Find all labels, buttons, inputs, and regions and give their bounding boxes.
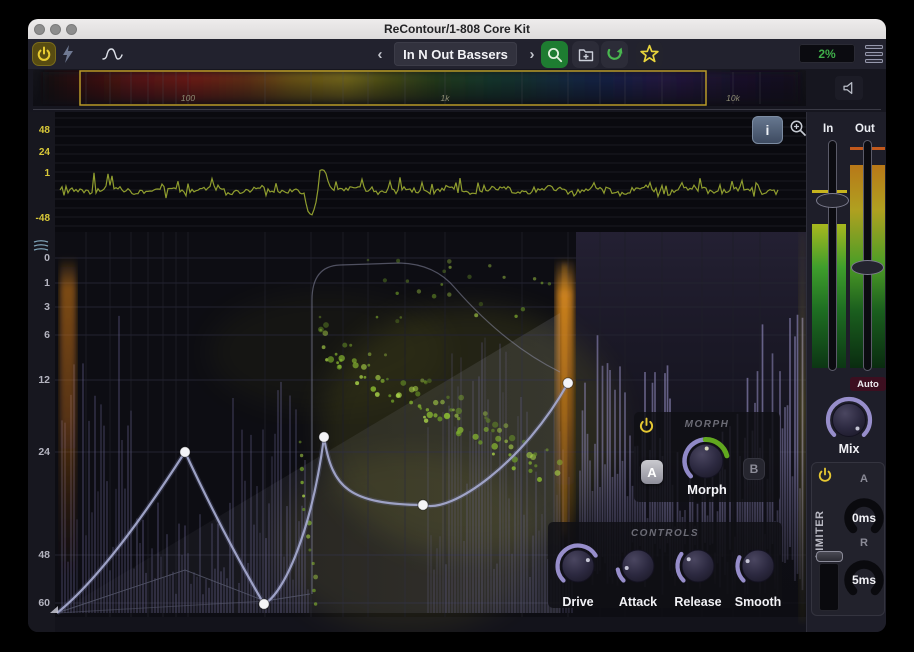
limiter-panel: LIMITER A 0ms R 5ms — [811, 462, 885, 616]
control-knob-label: Drive — [549, 595, 607, 609]
orange-column-left — [60, 257, 76, 577]
control-knob-label: Attack — [609, 595, 667, 609]
morph-b-button[interactable]: B — [743, 458, 765, 480]
control-knob-group: Attack — [609, 540, 667, 609]
control-knob-smooth[interactable] — [729, 540, 787, 592]
strip-frequency-label: 1k — [441, 93, 451, 103]
limiter-attack-label: A — [849, 473, 879, 485]
lightning-icon[interactable] — [61, 44, 75, 64]
envelope-point[interactable] — [319, 432, 329, 442]
in-slider-handle[interactable] — [816, 193, 849, 208]
graph-axis-label: 12 — [38, 374, 50, 386]
control-knob-attack[interactable] — [609, 540, 667, 592]
out-meter-label: Out — [855, 123, 875, 135]
morph-a-button[interactable]: A — [641, 460, 663, 484]
io-panel: In Out Auto Mix LIMITER A 0ms R 5ms — [806, 112, 886, 632]
out-slider-handle[interactable] — [851, 260, 884, 275]
plugin-window: ReContour/1-808 Core Kit ‹ In N Out Bass… — [28, 19, 886, 632]
graph-axis-label: 0 — [44, 252, 50, 264]
preset-next-button[interactable]: › — [524, 45, 540, 63]
graph-axis-label: 48 — [38, 549, 50, 561]
envelope-point[interactable] — [418, 500, 428, 510]
menu-button[interactable] — [865, 45, 883, 63]
waveform-axis-label: 24 — [39, 147, 51, 158]
limiter-slider-track[interactable] — [819, 563, 839, 611]
morph-panel: MORPH A B Morph — [634, 412, 780, 502]
graph-axis-label: 60 — [38, 597, 50, 609]
info-button[interactable]: i — [752, 116, 783, 144]
limiter-attack-value: 0ms — [842, 511, 886, 525]
reload-preset-button[interactable] — [601, 41, 628, 68]
preset-name-box[interactable]: In N Out Bassers — [394, 42, 517, 66]
auto-gain-badge[interactable]: Auto — [850, 377, 886, 391]
folder-plus-icon — [577, 46, 595, 64]
screen: ReContour/1-808 Core Kit ‹ In N Out Bass… — [0, 0, 914, 652]
window-title: ReContour/1-808 Core Kit — [28, 19, 886, 39]
limiter-release-label: R — [849, 537, 879, 549]
strip-frequency-label: 100 — [181, 93, 195, 103]
in-slider-track[interactable] — [828, 140, 837, 371]
speaker-icon — [840, 79, 858, 97]
limiter-power-icon[interactable] — [817, 467, 833, 483]
morph-knob-label: Morph — [634, 482, 780, 497]
graph-axis-label: 1 — [44, 277, 50, 289]
graph-axis-label: 3 — [44, 301, 50, 313]
envelope-point[interactable] — [180, 447, 190, 457]
save-preset-button[interactable] — [572, 41, 599, 68]
orange-core — [562, 264, 567, 534]
control-knob-group: Smooth — [729, 540, 787, 609]
controls-panel-title: CONTROLS — [548, 528, 782, 539]
envelope-point[interactable] — [259, 599, 269, 609]
sine-wave-icon[interactable] — [102, 46, 125, 63]
section-divider — [33, 109, 881, 110]
control-knob-label: Release — [669, 595, 727, 609]
audition-button[interactable] — [835, 76, 863, 100]
waveform-axis-label: 1 — [44, 168, 50, 179]
strip-frequency-label: 10k — [726, 93, 740, 103]
search-icon — [546, 46, 564, 64]
right-edge-glow — [799, 232, 806, 622]
olive-glow-3 — [208, 292, 448, 412]
preset-search-button[interactable] — [541, 41, 568, 68]
out-slider-track[interactable] — [863, 140, 872, 371]
controls-panel: CONTROLS DriveAttackReleaseSmooth — [548, 522, 782, 608]
limiter-slider-handle[interactable] — [816, 551, 843, 562]
control-knob-group: Drive — [549, 540, 607, 609]
control-knob-label: Smooth — [729, 595, 787, 609]
titlebar: ReContour/1-808 Core Kit — [28, 19, 886, 39]
control-knob-drive[interactable] — [549, 540, 607, 592]
star-icon — [639, 44, 660, 65]
spectrum-range-strip[interactable]: 100 1k 10k — [33, 70, 806, 106]
waveform-axis-label: 48 — [39, 125, 51, 136]
graph-axis-label: 6 — [44, 329, 50, 341]
control-knob-release[interactable] — [669, 540, 727, 592]
refresh-icon — [605, 45, 624, 64]
toolbar: ‹ In N Out Bassers › — [28, 39, 886, 69]
graph-axis-label: 24 — [38, 446, 50, 458]
cpu-meter: 2% — [799, 44, 855, 63]
favorite-button[interactable] — [636, 41, 663, 68]
strip-fade — [33, 70, 806, 106]
envelope-point[interactable] — [563, 378, 573, 388]
morph-panel-title: MORPH — [634, 419, 780, 430]
preset-prev-button[interactable]: ‹ — [372, 45, 388, 63]
power-button[interactable] — [32, 42, 56, 66]
mix-knob[interactable] — [819, 394, 879, 448]
in-meter-label: In — [823, 123, 833, 135]
mix-knob-label: Mix — [819, 442, 879, 456]
waveform-axis-label: -48 — [36, 213, 51, 224]
power-icon — [36, 46, 52, 62]
control-knob-group: Release — [669, 540, 727, 609]
limiter-release-value: 5ms — [842, 573, 886, 587]
